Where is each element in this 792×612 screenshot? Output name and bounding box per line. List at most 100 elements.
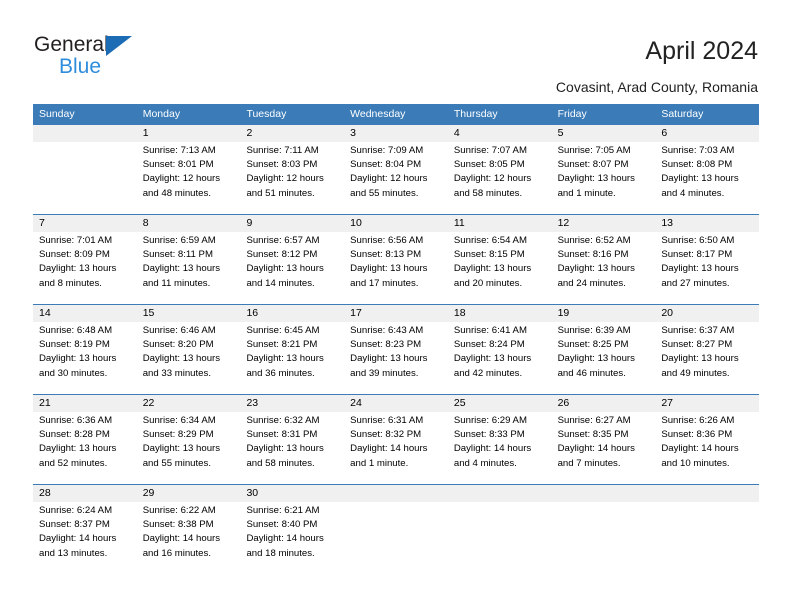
day-cell[interactable]: Sunrise: 7:03 AM Sunset: 8:08 PM Dayligh…: [655, 142, 759, 214]
day-cell[interactable]: [655, 502, 759, 574]
day-cell[interactable]: Sunrise: 6:46 AM Sunset: 8:20 PM Dayligh…: [137, 322, 241, 394]
day-number[interactable]: 30: [240, 485, 344, 502]
day-number[interactable]: 2: [240, 125, 344, 142]
sunrise-text: Sunrise: 6:45 AM: [246, 325, 320, 336]
day-number[interactable]: 23: [240, 395, 344, 412]
day-number[interactable]: 17: [344, 305, 448, 322]
day-number[interactable]: 18: [448, 305, 552, 322]
day-number[interactable]: 8: [137, 215, 241, 232]
sunrise-text: Sunrise: 6:27 AM: [557, 415, 631, 426]
daylight-text-line2: and 58 minutes.: [246, 457, 315, 469]
day-number[interactable]: 19: [552, 305, 656, 322]
sunset-text: Sunset: 8:21 PM: [246, 339, 318, 351]
day-number[interactable]: 26: [552, 395, 656, 412]
day-cell[interactable]: [33, 142, 137, 214]
sunrise-text: Sunrise: 7:11 AM: [246, 145, 319, 156]
day-cell[interactable]: [552, 502, 656, 574]
day-cell[interactable]: Sunrise: 6:34 AM Sunset: 8:29 PM Dayligh…: [137, 412, 241, 484]
daylight-text-line1: Daylight: 14 hours: [661, 443, 739, 455]
day-number[interactable]: [33, 125, 137, 142]
day-number[interactable]: 5: [552, 125, 656, 142]
week-detail-band: Sunrise: 7:01 AM Sunset: 8:09 PM Dayligh…: [33, 232, 759, 304]
day-cell[interactable]: Sunrise: 7:07 AM Sunset: 8:05 PM Dayligh…: [448, 142, 552, 214]
weekday-header-wednesday: Wednesday: [350, 108, 406, 120]
day-number[interactable]: 25: [448, 395, 552, 412]
sunset-text: Sunset: 8:08 PM: [661, 159, 733, 171]
day-cell[interactable]: Sunrise: 6:21 AM Sunset: 8:40 PM Dayligh…: [240, 502, 344, 574]
daylight-text-line1: Daylight: 12 hours: [246, 173, 324, 185]
day-number[interactable]: 16: [240, 305, 344, 322]
daylight-text-line2: and 10 minutes.: [661, 457, 730, 469]
day-number[interactable]: [552, 485, 656, 502]
day-cell[interactable]: [344, 502, 448, 574]
sunset-text: Sunset: 8:33 PM: [453, 429, 525, 441]
sunrise-text: Sunrise: 6:52 AM: [557, 235, 631, 246]
day-cell[interactable]: Sunrise: 6:48 AM Sunset: 8:19 PM Dayligh…: [33, 322, 137, 394]
day-cell[interactable]: Sunrise: 6:27 AM Sunset: 8:35 PM Dayligh…: [552, 412, 656, 484]
daylight-text-line2: and 14 minutes.: [246, 277, 315, 289]
day-number[interactable]: 14: [33, 305, 137, 322]
sunset-text: Sunset: 8:38 PM: [142, 519, 214, 531]
day-number[interactable]: 6: [655, 125, 759, 142]
logo[interactable]: General Blue: [34, 33, 174, 85]
day-cell[interactable]: Sunrise: 6:37 AM Sunset: 8:27 PM Dayligh…: [655, 322, 759, 394]
day-number[interactable]: 22: [137, 395, 241, 412]
daylight-text-line2: and 46 minutes.: [557, 367, 626, 379]
day-cell[interactable]: Sunrise: 7:09 AM Sunset: 8:04 PM Dayligh…: [344, 142, 448, 214]
day-cell[interactable]: Sunrise: 7:11 AM Sunset: 8:03 PM Dayligh…: [240, 142, 344, 214]
day-number[interactable]: 7: [33, 215, 137, 232]
sunset-text: Sunset: 8:04 PM: [350, 159, 422, 171]
day-number[interactable]: 24: [344, 395, 448, 412]
daylight-text-line2: and 36 minutes.: [246, 367, 315, 379]
day-number[interactable]: 29: [137, 485, 241, 502]
day-cell[interactable]: Sunrise: 6:50 AM Sunset: 8:17 PM Dayligh…: [655, 232, 759, 304]
day-number[interactable]: 20: [655, 305, 759, 322]
day-number[interactable]: 27: [655, 395, 759, 412]
day-cell[interactable]: Sunrise: 6:31 AM Sunset: 8:32 PM Dayligh…: [344, 412, 448, 484]
day-cell[interactable]: Sunrise: 6:59 AM Sunset: 8:11 PM Dayligh…: [137, 232, 241, 304]
day-number[interactable]: 28: [33, 485, 137, 502]
daylight-text-line1: Daylight: 13 hours: [557, 173, 635, 185]
day-number[interactable]: 10: [344, 215, 448, 232]
daylight-text-line1: Daylight: 14 hours: [142, 533, 221, 545]
sunset-text: Sunset: 8:36 PM: [661, 429, 733, 441]
day-cell[interactable]: Sunrise: 7:13 AM Sunset: 8:01 PM Dayligh…: [137, 142, 241, 214]
day-cell[interactable]: Sunrise: 6:29 AM Sunset: 8:33 PM Dayligh…: [448, 412, 552, 484]
day-cell[interactable]: Sunrise: 7:01 AM Sunset: 8:09 PM Dayligh…: [33, 232, 137, 304]
day-cell[interactable]: Sunrise: 6:26 AM Sunset: 8:36 PM Dayligh…: [655, 412, 759, 484]
week-detail-band: Sunrise: 6:48 AM Sunset: 8:19 PM Dayligh…: [33, 322, 759, 394]
day-number[interactable]: 13: [655, 215, 759, 232]
daylight-text-line2: and 52 minutes.: [39, 457, 108, 469]
day-number[interactable]: 1: [137, 125, 241, 142]
day-cell[interactable]: [448, 502, 552, 574]
day-cell[interactable]: Sunrise: 6:22 AM Sunset: 8:38 PM Dayligh…: [137, 502, 241, 574]
day-cell[interactable]: Sunrise: 6:24 AM Sunset: 8:37 PM Dayligh…: [33, 502, 137, 574]
day-cell[interactable]: Sunrise: 7:05 AM Sunset: 8:07 PM Dayligh…: [552, 142, 656, 214]
day-cell[interactable]: Sunrise: 6:41 AM Sunset: 8:24 PM Dayligh…: [448, 322, 552, 394]
day-number[interactable]: [448, 485, 552, 502]
day-cell[interactable]: Sunrise: 6:36 AM Sunset: 8:28 PM Dayligh…: [33, 412, 137, 484]
day-cell[interactable]: Sunrise: 6:32 AM Sunset: 8:31 PM Dayligh…: [240, 412, 344, 484]
day-number[interactable]: 9: [240, 215, 344, 232]
daylight-text-line2: and 55 minutes.: [142, 457, 211, 469]
day-number[interactable]: 3: [344, 125, 448, 142]
daylight-text-line2: and 49 minutes.: [661, 367, 730, 379]
day-number[interactable]: 11: [448, 215, 552, 232]
day-number[interactable]: 4: [448, 125, 552, 142]
day-number[interactable]: 21: [33, 395, 137, 412]
daylight-text-line2: and 8 minutes.: [39, 277, 102, 289]
day-number[interactable]: [655, 485, 759, 502]
sunset-text: Sunset: 8:19 PM: [39, 339, 110, 351]
daylight-text-line2: and 27 minutes.: [661, 277, 730, 289]
day-cell[interactable]: Sunrise: 6:52 AM Sunset: 8:16 PM Dayligh…: [552, 232, 656, 304]
day-cell[interactable]: Sunrise: 6:57 AM Sunset: 8:12 PM Dayligh…: [240, 232, 344, 304]
day-number[interactable]: [344, 485, 448, 502]
day-cell[interactable]: Sunrise: 6:56 AM Sunset: 8:13 PM Dayligh…: [344, 232, 448, 304]
day-number[interactable]: 15: [137, 305, 241, 322]
day-cell[interactable]: Sunrise: 6:39 AM Sunset: 8:25 PM Dayligh…: [552, 322, 656, 394]
day-number[interactable]: 12: [552, 215, 656, 232]
day-cell[interactable]: Sunrise: 6:54 AM Sunset: 8:15 PM Dayligh…: [448, 232, 552, 304]
day-cell[interactable]: Sunrise: 6:43 AM Sunset: 8:23 PM Dayligh…: [344, 322, 448, 394]
day-cell[interactable]: Sunrise: 6:45 AM Sunset: 8:21 PM Dayligh…: [240, 322, 344, 394]
weekday-header-monday: Monday: [142, 108, 181, 120]
